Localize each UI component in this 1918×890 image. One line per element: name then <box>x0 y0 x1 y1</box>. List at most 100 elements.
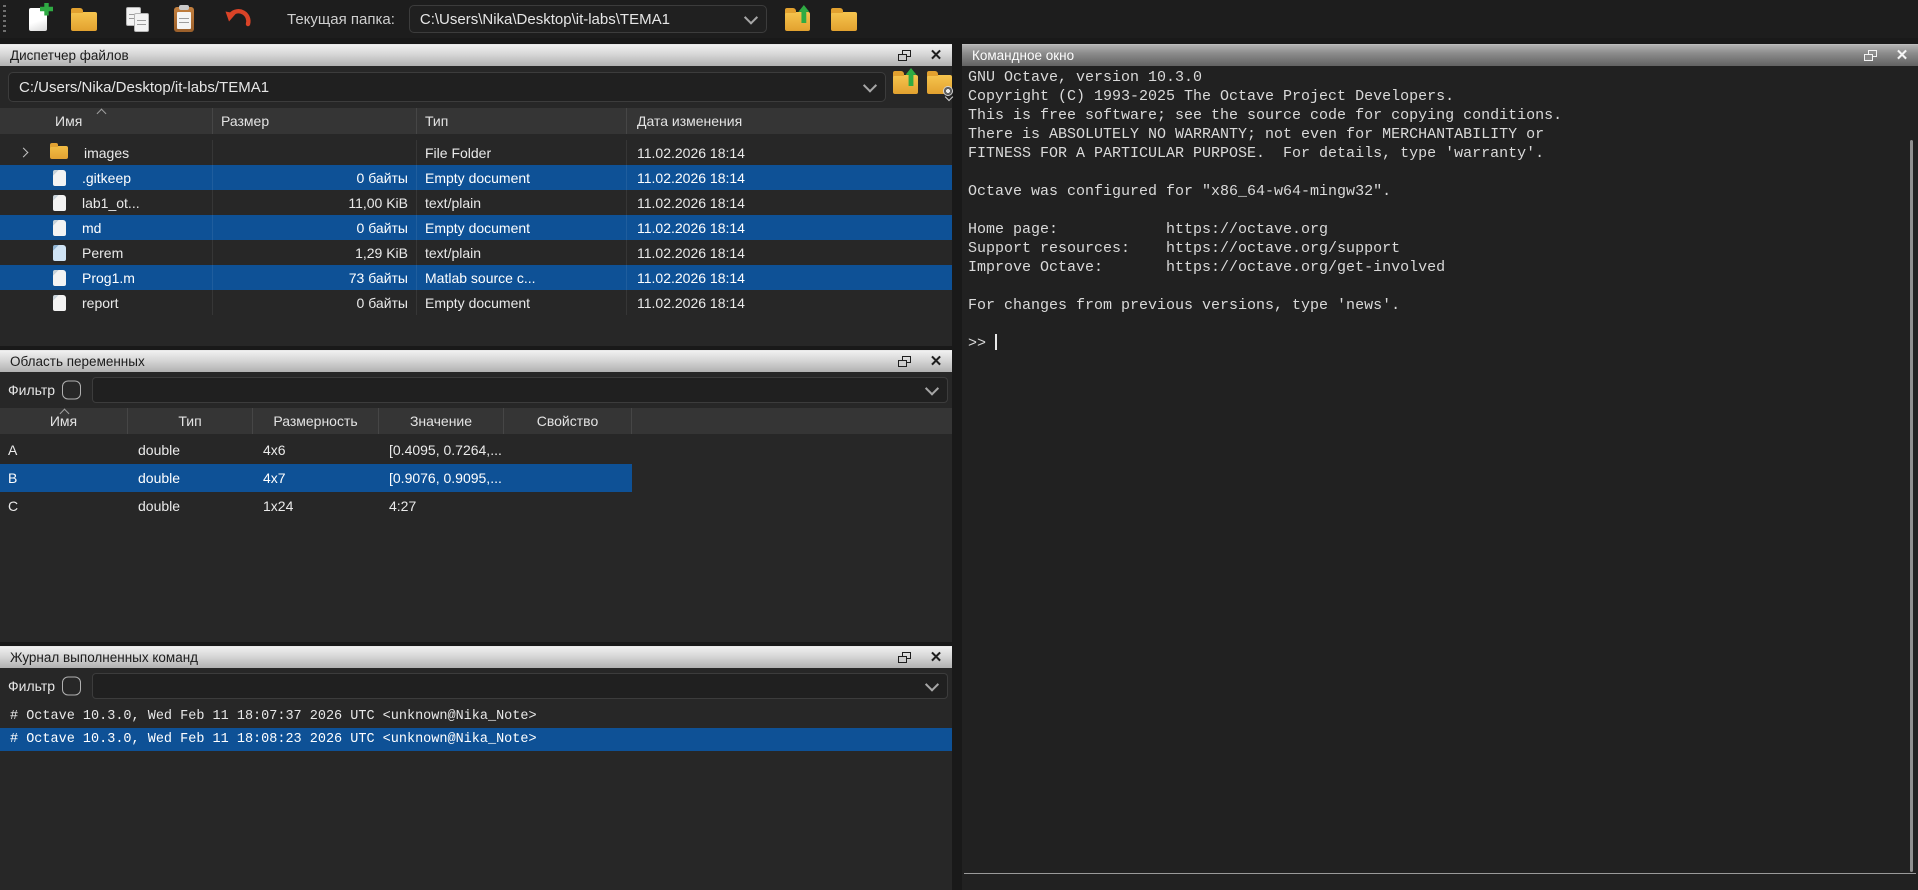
variable-name: B <box>0 470 128 486</box>
column-header-name[interactable]: Имя <box>0 108 213 134</box>
file-name: lab1_ot... <box>82 195 140 211</box>
open-folder-icon <box>71 12 97 31</box>
open-file-button[interactable] <box>65 2 103 36</box>
file-date-cell: 11.02.2026 18:14 <box>627 290 952 315</box>
column-header-size[interactable]: Размер <box>213 108 417 134</box>
workspace-row[interactable]: Adouble4x6[0.4095, 0.7264,... <box>0 436 632 464</box>
toolbar-drag-handle[interactable] <box>3 5 6 33</box>
file-row[interactable]: lab1_ot...11,00 KiBtext/plain11.02.2026 … <box>0 190 952 215</box>
undock-button[interactable] <box>1858 46 1882 66</box>
close-button[interactable] <box>1890 46 1914 66</box>
file-name-cell: md <box>0 215 213 240</box>
expander-area <box>6 265 40 290</box>
close-button[interactable] <box>924 648 948 668</box>
folder-icon <box>50 146 68 159</box>
variable-dimension: 4x6 <box>253 442 379 458</box>
file-name-cell: report <box>0 290 213 315</box>
close-button[interactable] <box>924 352 948 372</box>
variable-name: C <box>0 498 128 514</box>
workspace-row[interactable]: Bdouble4x7[0.9076, 0.9095,... <box>0 464 632 492</box>
file-date-cell: 11.02.2026 18:14 <box>627 215 952 240</box>
command-prompt: >> <box>968 335 986 352</box>
file-icon <box>53 170 66 186</box>
file-row[interactable]: report0 байтыEmpty document11.02.2026 18… <box>0 290 952 315</box>
new-script-button[interactable] <box>19 2 57 36</box>
panel-title: Командное окно <box>972 48 1074 63</box>
column-header-dimension[interactable]: Размерность <box>253 408 379 434</box>
panel-title: Журнал выполненных команд <box>10 650 198 665</box>
file-name-cell: images <box>0 140 213 165</box>
file-row[interactable]: md0 байтыEmpty document11.02.2026 18:14 <box>0 215 952 240</box>
panel-title: Диспетчер файлов <box>10 48 129 63</box>
file-date-cell: 11.02.2026 18:14 <box>627 165 952 190</box>
file-size-cell: 1,29 KiB <box>213 240 417 265</box>
folder-up-button[interactable] <box>779 2 817 36</box>
history-titlebar: Журнал выполненных команд <box>0 646 952 668</box>
filter-combobox[interactable] <box>92 377 948 403</box>
file-row[interactable]: Prog1.m73 байтыMatlab source c...11.02.2… <box>0 265 952 290</box>
file-icon <box>53 295 66 311</box>
close-button[interactable] <box>924 46 948 66</box>
file-row[interactable]: images File Folder11.02.2026 18:14 <box>0 140 952 165</box>
column-header-name[interactable]: Имя <box>0 408 128 434</box>
folder-up-button[interactable] <box>890 70 920 100</box>
file-type-cell: File Folder <box>417 140 627 165</box>
path-combobox[interactable]: C:/Users/Nika/Desktop/it-labs/TEMA1 <box>8 72 886 102</box>
close-icon <box>930 650 943 665</box>
file-name: .gitkeep <box>82 170 131 186</box>
expander-area <box>6 190 40 215</box>
vertical-scrollbar[interactable] <box>1910 140 1913 872</box>
column-header-attribute[interactable]: Свойство <box>504 408 632 434</box>
variable-dimension: 4x7 <box>253 470 379 486</box>
paste-button[interactable] <box>165 2 203 36</box>
command-window-content[interactable]: GNU Octave, version 10.3.0 Copyright (C)… <box>962 66 1918 890</box>
expander-area <box>6 215 40 240</box>
workspace-panel: Область переменных Фильтр Имя Тип <box>0 350 952 642</box>
file-date-cell: 11.02.2026 18:14 <box>627 265 952 290</box>
file-size-cell: 73 байты <box>213 265 417 290</box>
workspace-filter-row: Фильтр <box>0 376 952 404</box>
workspace-table-body: Adouble4x6[0.4095, 0.7264,...Bdouble4x7[… <box>0 436 632 520</box>
filter-combobox[interactable] <box>92 673 948 699</box>
undock-icon <box>898 356 911 367</box>
file-row[interactable]: .gitkeep0 байтыEmpty document11.02.2026 … <box>0 165 952 190</box>
undo-button[interactable] <box>219 2 257 36</box>
scrollbar-handle[interactable] <box>1910 140 1913 872</box>
undock-button[interactable] <box>892 352 916 372</box>
column-header-date[interactable]: Дата изменения <box>627 108 952 134</box>
history-entry[interactable]: # Octave 10.3.0, Wed Feb 11 18:07:37 202… <box>0 705 952 728</box>
column-header-value[interactable]: Значение <box>379 408 504 434</box>
variable-name: A <box>0 442 128 458</box>
undock-button[interactable] <box>892 46 916 66</box>
folder-actions-button[interactable] <box>924 70 954 100</box>
browse-folder-button[interactable] <box>825 2 863 36</box>
file-icon <box>53 220 66 236</box>
file-name: report <box>82 295 119 311</box>
undock-button[interactable] <box>892 648 916 668</box>
file-row[interactable]: Perem1,29 KiBtext/plain11.02.2026 18:14 <box>0 240 952 265</box>
file-date-cell: 11.02.2026 18:14 <box>627 140 952 165</box>
expander-icon[interactable] <box>18 148 28 158</box>
current-folder-combobox[interactable]: C:\Users\Nika\Desktop\it-labs\TEMA1 <box>409 5 767 33</box>
close-icon <box>930 354 943 369</box>
undock-icon <box>898 652 911 663</box>
file-type-cell: Empty document <box>417 215 627 240</box>
sort-ascending-icon <box>97 109 107 119</box>
file-size-cell: 0 байты <box>213 290 417 315</box>
column-header-type[interactable]: Тип <box>417 108 627 134</box>
filter-checkbox[interactable] <box>62 381 81 400</box>
file-date-cell: 11.02.2026 18:14 <box>627 240 952 265</box>
file-table-header: Имя Размер Тип Дата изменения <box>0 108 952 134</box>
current-folder-value: C:\Users\Nika\Desktop\it-labs\TEMA1 <box>420 11 738 28</box>
undock-icon <box>1864 50 1877 61</box>
path-value: C:/Users/Nika/Desktop/it-labs/TEMA1 <box>19 79 857 96</box>
variable-dimension: 1x24 <box>253 498 379 514</box>
column-header-class[interactable]: Тип <box>128 408 253 434</box>
copy-button[interactable] <box>119 2 157 36</box>
workspace-row[interactable]: Cdouble1x244:27 <box>0 492 632 520</box>
file-icon <box>53 195 66 211</box>
undo-icon <box>224 6 252 32</box>
filter-label: Фильтр <box>8 382 55 398</box>
filter-checkbox[interactable] <box>62 677 81 696</box>
history-entry[interactable]: # Octave 10.3.0, Wed Feb 11 18:08:23 202… <box>0 728 952 751</box>
